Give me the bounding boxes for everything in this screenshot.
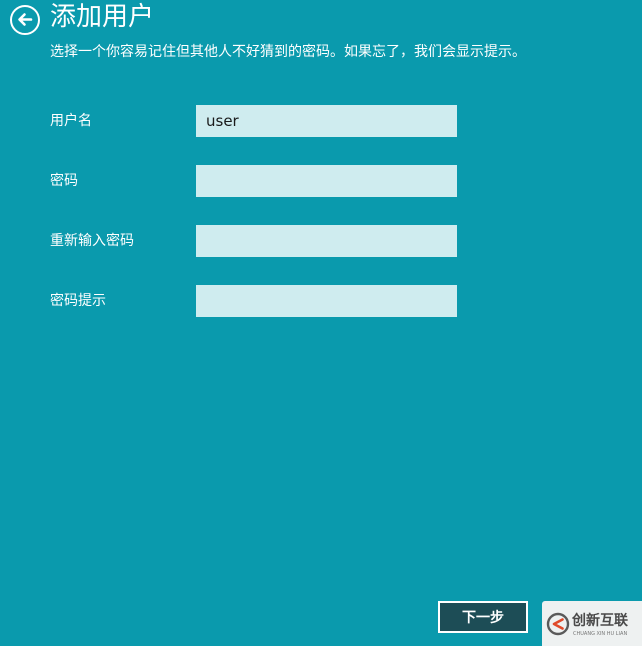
password-label: 密码 bbox=[50, 173, 78, 189]
arrow-left-icon bbox=[18, 13, 33, 26]
username-field[interactable] bbox=[196, 105, 457, 137]
confirm-password-field[interactable] bbox=[196, 225, 457, 257]
next-button[interactable]: 下一步 bbox=[438, 601, 528, 633]
username-label: 用户名 bbox=[50, 113, 92, 129]
page-subtitle: 选择一个你容易记住但其他人不好猜到的密码。如果忘了，我们会显示提示。 bbox=[50, 44, 526, 60]
password-field[interactable] bbox=[196, 165, 457, 197]
brand-logo-icon bbox=[546, 612, 570, 636]
password-hint-label: 密码提示 bbox=[50, 293, 106, 309]
watermark-subtext: CHUANG XIN HU LIAN bbox=[573, 631, 628, 637]
watermark-text: 创新互联 bbox=[572, 613, 628, 629]
back-arrow-icon[interactable] bbox=[10, 5, 40, 35]
page-title: 添加用户 bbox=[50, 2, 155, 32]
confirm-password-label: 重新输入密码 bbox=[50, 233, 134, 249]
watermark-logo: 创新互联 CHUANG XIN HU LIAN bbox=[542, 601, 642, 646]
password-hint-field[interactable] bbox=[196, 285, 457, 317]
